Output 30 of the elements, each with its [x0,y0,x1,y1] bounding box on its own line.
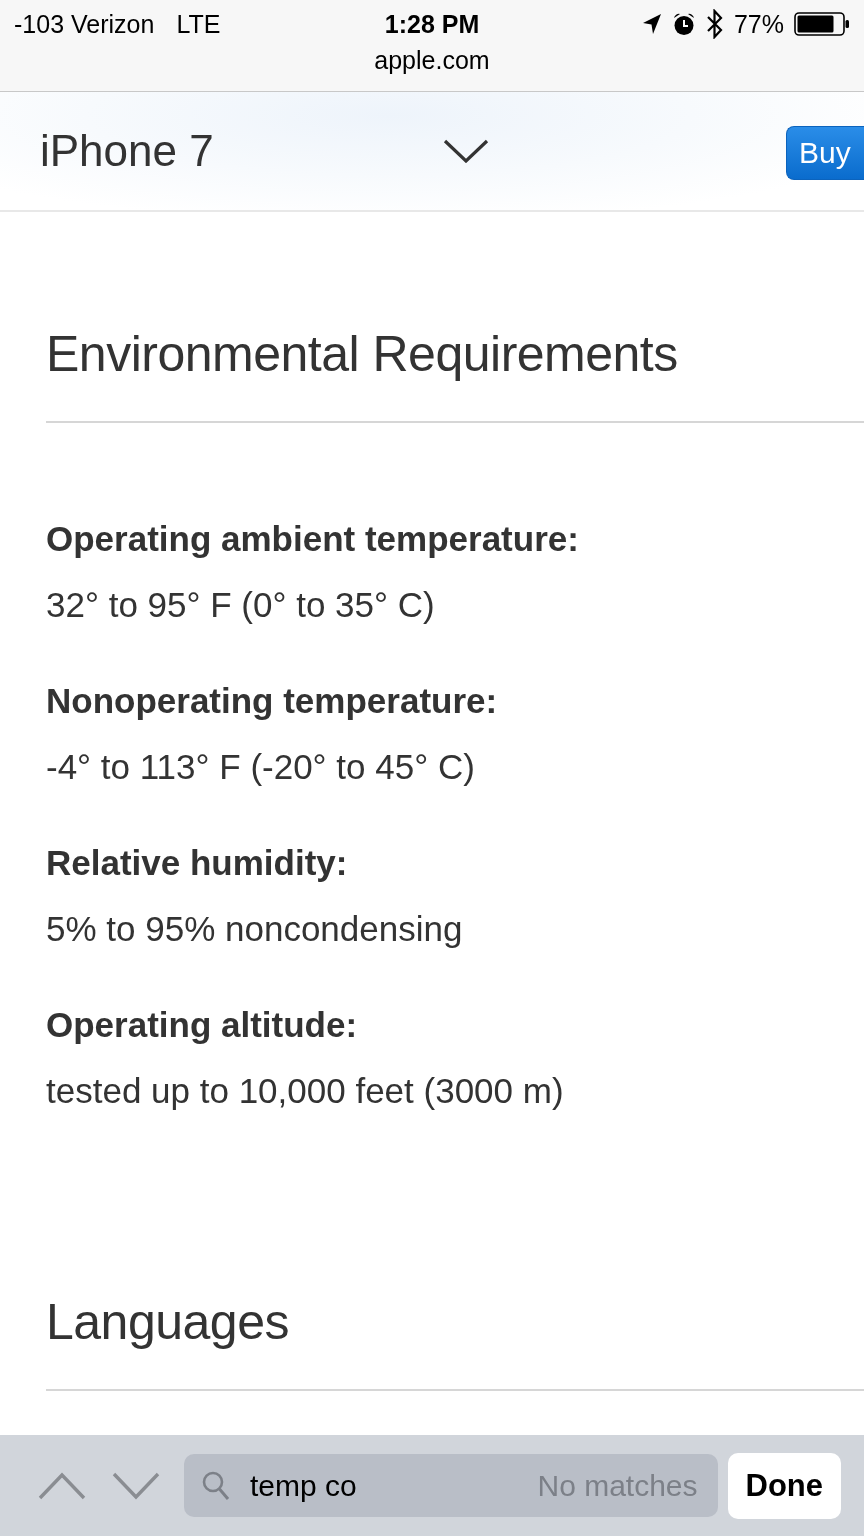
spec-value: -4° to 113° F (-20° to 45° C) [46,746,475,788]
search-icon [202,1470,230,1501]
clock-time: 1:28 PM [384,9,480,39]
find-query: temp co [250,1468,358,1503]
menu-toggle-button[interactable] [442,137,490,165]
chevron-down-icon [112,1471,160,1500]
location-arrow-icon [641,13,662,35]
alarm-clock-icon [671,12,696,36]
spec-value: 5% to 95% noncondensing [46,908,463,950]
product-title: iPhone 7 [40,126,215,176]
bluetooth-icon [705,9,724,39]
chevron-down-icon [443,139,489,163]
spec-value: 32° to 95° F (0° to 35° C) [46,584,435,626]
buy-button[interactable]: Buy [786,126,864,180]
done-button[interactable]: Done [727,1452,841,1519]
chevron-up-icon [38,1471,86,1500]
spec-label: Operating altitude: [46,1004,358,1046]
section-heading: Environmental Requirements [46,325,679,384]
spec-value: tested up to 10,000 feet (3000 m) [46,1070,564,1112]
spec-label: Nonoperating temperature: [46,680,498,722]
spec-label: Operating ambient temperature: [46,518,579,560]
section-heading: Languages [46,1293,290,1352]
battery-percent: 77% [733,9,784,39]
battery-icon [794,12,850,36]
carrier-label: -103 Verizon [14,9,155,39]
spec-label: Relative humidity: [46,842,348,884]
network-label: LTE [176,9,221,39]
match-status: No matches [537,1468,698,1503]
page-url[interactable]: apple.com [374,46,490,75]
find-field[interactable]: temp co No matches [184,1454,718,1517]
